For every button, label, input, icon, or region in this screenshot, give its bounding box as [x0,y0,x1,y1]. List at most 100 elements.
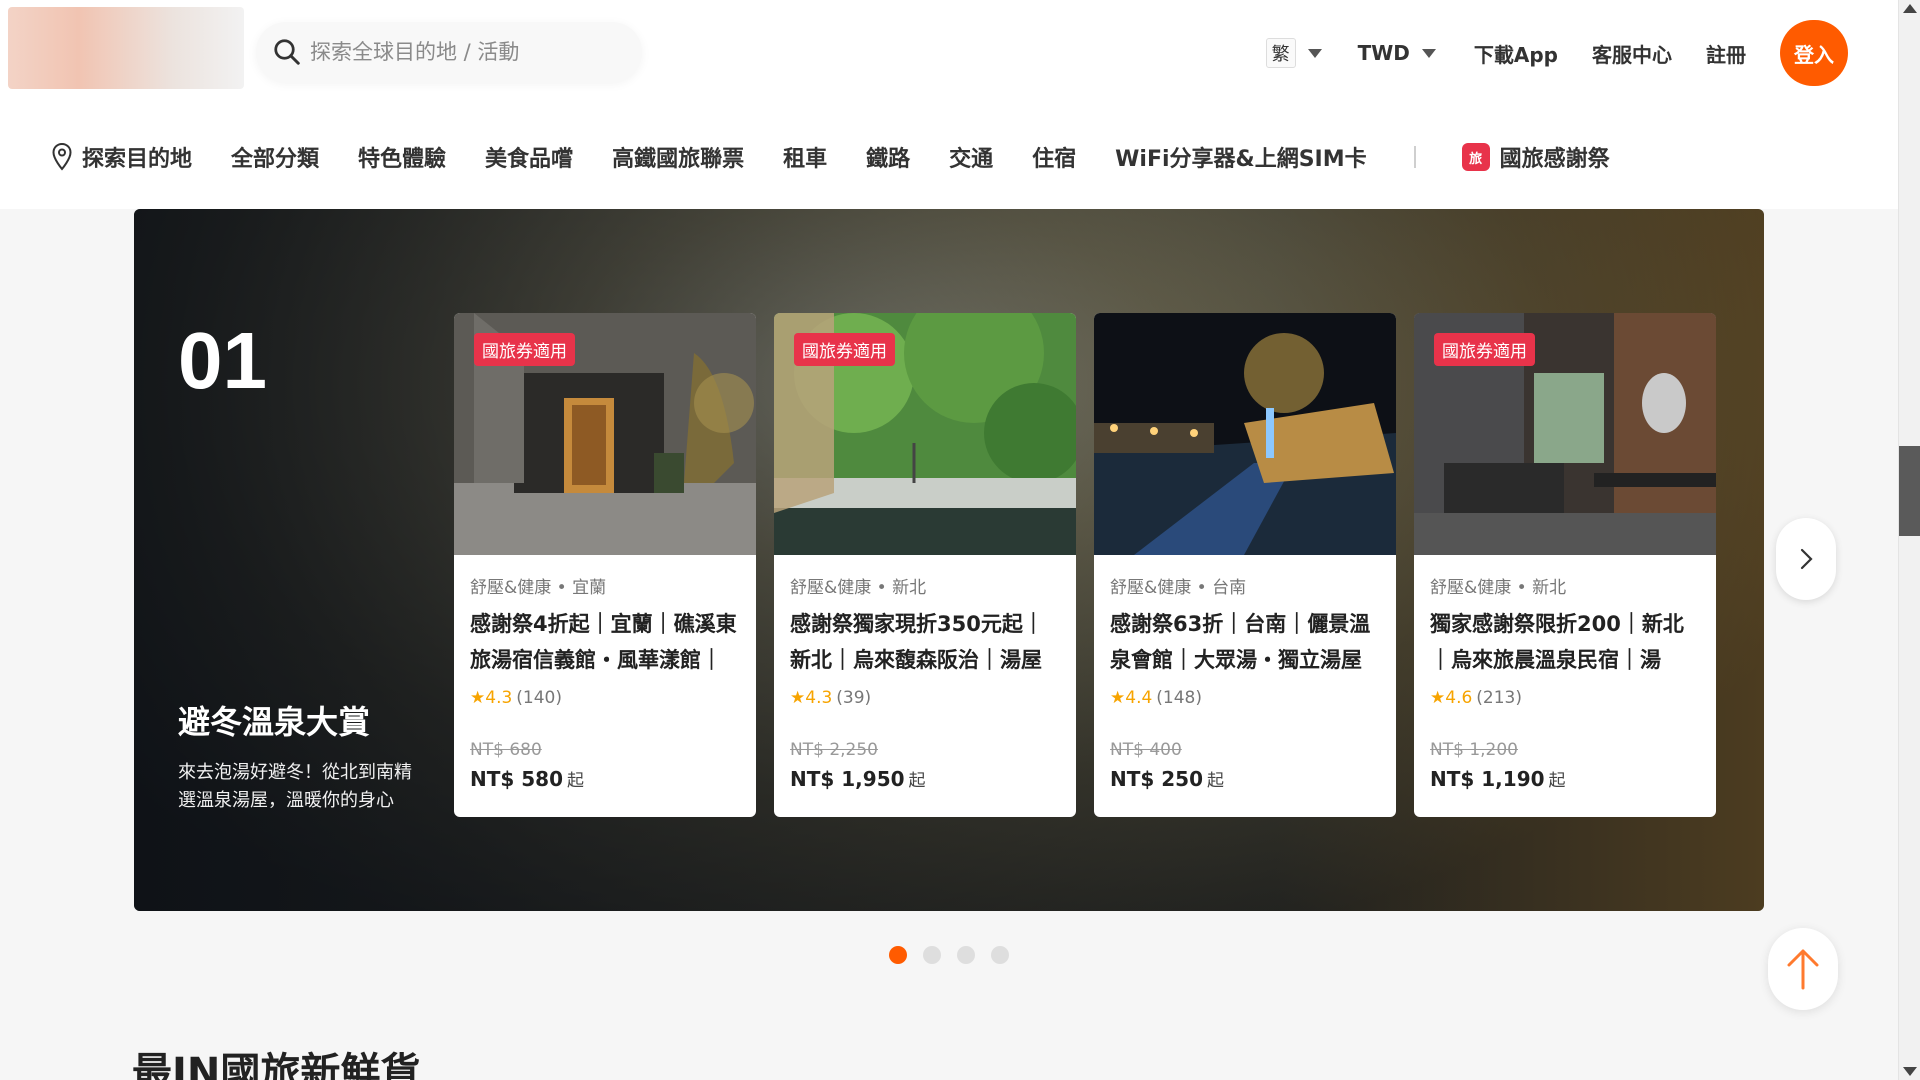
current-price: NT$ 1,190 起 [1430,766,1700,791]
current-price: NT$ 250 起 [1110,766,1380,791]
star-icon: ★ [790,688,806,708]
page-scrollbar[interactable] [1898,0,1920,1080]
festival-badge-icon: 旅 [1461,143,1490,171]
hero-number: 01 [178,316,267,405]
hero-description: 來去泡湯好避冬！從北到南精選溫泉湯屋，溫暖你的身心 [178,762,412,811]
download-app-link[interactable]: 下載App [1474,39,1558,68]
language-label: 繁 [1265,38,1296,68]
original-price: NT$ 680 [470,740,542,760]
product-image: 國旅券適用 [1414,313,1716,555]
star-icon: ★ [470,688,486,708]
product-rating: ★4.6 (213) [1430,688,1700,708]
nav-divider [1413,146,1416,168]
search-bar[interactable] [256,22,642,82]
voucher-tag: 國旅券適用 [1434,333,1535,366]
product-card-list: 國旅券適用 舒壓&健康 • 宜蘭 感謝祭4折起｜宜蘭｜礁溪東旅湯宿信義館・風華漾… [454,313,1716,817]
support-link[interactable]: 客服中心 [1592,39,1672,68]
nav-item-car-rental[interactable]: 租車 [783,141,827,173]
nav-item-hsr-pass[interactable]: 高鐵國旅聯票 [612,141,744,173]
carousel-next-button[interactable] [1776,518,1836,600]
product-title[interactable]: 感謝祭63折｜台南｜儷景溫泉會館｜大眾湯・獨立湯屋 [1110,606,1380,678]
currency-selector[interactable]: TWD [1358,41,1436,65]
register-link[interactable]: 註冊 [1706,39,1746,68]
product-card[interactable]: 國旅券適用 舒壓&健康 • 新北 獨家感謝祭限折200｜新北｜烏來旅晨溫泉民宿｜… [1414,313,1716,817]
product-rating: ★4.3 (39) [790,688,1060,708]
product-category: 舒壓&健康 • 新北 [1430,578,1567,598]
nav-item-food[interactable]: 美食品嚐 [485,141,573,173]
nav-item-experiences[interactable]: 特色體驗 [358,141,446,173]
rating-score: 4.3 [805,688,833,708]
scroll-down-icon[interactable] [1903,1067,1917,1076]
scroll-thumb[interactable] [1899,446,1920,536]
star-icon: ★ [1110,688,1126,708]
hero-title: 避冬溫泉大賞 [178,703,371,741]
current-price: NT$ 1,950 起 [790,766,1060,791]
original-price: NT$ 1,200 [1430,740,1518,760]
price-suffix: 起 [1548,771,1566,791]
carousel-dot[interactable] [923,946,941,964]
review-count: (148) [1156,688,1203,708]
product-card[interactable]: 國旅券適用 舒壓&健康 • 宜蘭 感謝祭4折起｜宜蘭｜礁溪東旅湯宿信義館・風華漾… [454,313,756,817]
price-value: NT$ 1,190 [1430,767,1545,791]
nav-item-festival[interactable]: 旅 國旅感謝祭 [1461,141,1610,173]
login-button[interactable]: 登入 [1780,20,1848,86]
rating-score: 4.6 [1445,688,1473,708]
price-value: NT$ 580 [470,767,564,791]
price-suffix: 起 [908,771,926,791]
nav-item-transport[interactable]: 交通 [949,141,993,173]
product-category: 舒壓&健康 • 新北 [790,578,927,598]
rating-score: 4.3 [485,688,513,708]
original-price: NT$ 2,250 [790,740,878,760]
product-category: 舒壓&健康 • 宜蘭 [470,578,607,598]
product-category: 舒壓&健康 • 台南 [1110,578,1247,598]
nav-item-wifi-sim[interactable]: WiFi分享器&上網SIM卡 [1115,141,1367,173]
product-image [1094,313,1396,555]
carousel-dot[interactable] [889,946,907,964]
nav-item-rail[interactable]: 鐵路 [866,141,910,173]
review-count: (39) [836,688,872,708]
product-card[interactable]: 舒壓&健康 • 台南 感謝祭63折｜台南｜儷景溫泉會館｜大眾湯・獨立湯屋 ★4.… [1094,313,1396,817]
price-suffix: 起 [1207,771,1225,791]
nav-item-destinations[interactable]: 探索目的地 [50,141,192,173]
chevron-right-icon [1800,548,1813,570]
carousel-dots [889,946,1009,964]
voucher-tag: 國旅券適用 [474,333,575,366]
search-icon [274,39,300,65]
chevron-down-icon [1421,48,1436,58]
header: 繁 TWD 下載App 客服中心 註冊 登入 [0,0,1898,105]
carousel-dot[interactable] [991,946,1009,964]
nav-label: 探索目的地 [82,147,193,172]
currency-label: TWD [1357,41,1410,65]
product-rating: ★4.4 (148) [1110,688,1380,708]
carousel-dot[interactable] [957,946,975,964]
star-icon: ★ [1430,688,1446,708]
nav-item-all-categories[interactable]: 全部分類 [231,141,319,173]
nav-label: 國旅感謝祭 [1499,147,1610,172]
current-price: NT$ 580 起 [470,766,740,791]
original-price: NT$ 400 [1110,740,1182,760]
price-suffix: 起 [567,771,585,791]
back-to-top-button[interactable] [1768,928,1838,1010]
section-title: 最IN國旅新鮮貨 [132,1050,421,1080]
category-nav: 探索目的地 全部分類 特色體驗 美食品嚐 高鐵國旅聯票 租車 鐵路 交通 住宿 … [0,105,1898,209]
map-pin-icon [52,142,72,171]
product-title[interactable]: 感謝祭4折起｜宜蘭｜礁溪東旅湯宿信義館・風華漾館｜泡... [470,606,740,678]
voucher-tag: 國旅券適用 [794,333,895,366]
product-image: 國旅券適用 [454,313,756,555]
product-title[interactable]: 感謝祭獨家現折350元起｜新北｜烏來馥森阪治｜湯屋體... [790,606,1060,678]
search-input[interactable] [310,40,610,64]
product-rating: ★4.3 (140) [470,688,740,708]
product-title[interactable]: 獨家感謝祭限折200｜新北｜烏來旅晨溫泉民宿｜湯屋・客... [1430,606,1700,678]
chevron-down-icon [1307,48,1322,58]
price-value: NT$ 1,950 [790,767,905,791]
language-selector[interactable]: 繁 [1265,38,1322,68]
site-logo[interactable] [8,7,244,89]
hero-banner: 01 避冬溫泉大賞 來去泡湯好避冬！從北到南精選溫泉湯屋，溫暖你的身心 國旅券適… [134,209,1764,911]
review-count: (213) [1476,688,1523,708]
scroll-up-icon[interactable] [1903,4,1917,13]
product-card[interactable]: 國旅券適用 舒壓&健康 • 新北 感謝祭獨家現折350元起｜新北｜烏來馥森阪治｜… [774,313,1076,817]
price-value: NT$ 250 [1110,767,1204,791]
nav-item-hotels[interactable]: 住宿 [1032,141,1076,173]
arrow-up-icon [1787,949,1819,990]
review-count: (140) [516,688,563,708]
